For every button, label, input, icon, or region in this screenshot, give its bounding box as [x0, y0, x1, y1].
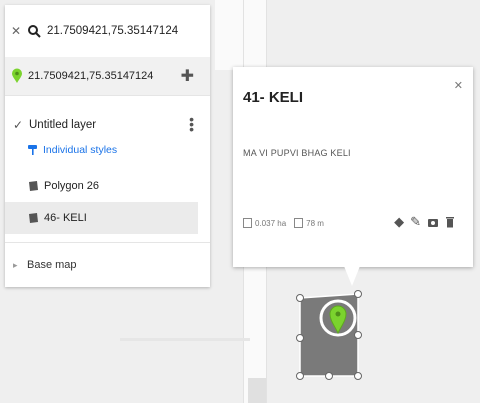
polygon-vertex-handle[interactable]: [296, 334, 304, 342]
feature-item-polygon-26[interactable]: Polygon 26: [5, 170, 210, 202]
perimeter-icon: [294, 218, 304, 228]
polygon-vertex-handle[interactable]: [354, 331, 362, 339]
map-road: [120, 338, 250, 341]
layer-visibility-checkbox[interactable]: ✓: [13, 118, 29, 132]
polygon-icon: [29, 181, 38, 191]
measurements: 0.037 ha 78 m: [243, 218, 324, 228]
search-result[interactable]: 21.7509421,75.35147124 ✚: [5, 57, 210, 95]
paint-roller-icon: [28, 145, 37, 155]
layer-name[interactable]: Untitled layer: [29, 119, 96, 131]
result-pin-icon: [12, 68, 22, 83]
camera-icon[interactable]: [427, 216, 439, 228]
basemap-label: Base map: [27, 259, 77, 271]
polygon-vertex-handle[interactable]: [325, 372, 333, 380]
card-toolbar: ◆ ✎: [394, 214, 455, 230]
delete-trash-icon[interactable]: [445, 216, 455, 228]
feature-label: Polygon 26: [44, 180, 100, 192]
map-building: [248, 378, 266, 403]
card-description: MA VI PUPVI BHAG KELI: [243, 148, 351, 158]
feature-item-46-keli[interactable]: 46- KELI: [5, 202, 198, 234]
layer-header: ✓ Untitled layer • • •: [5, 112, 210, 136]
map-pin-dot: [335, 311, 341, 317]
close-search-icon[interactable]: ✕: [11, 24, 27, 38]
expand-icon[interactable]: ▸: [13, 260, 27, 271]
style-paint-icon[interactable]: ◆: [394, 214, 404, 230]
polygon-vertex-handle[interactable]: [296, 294, 304, 302]
polygon-vertex-handle[interactable]: [354, 372, 362, 380]
area-value: 0.037 ha: [255, 218, 287, 228]
add-to-map-icon[interactable]: ✚: [181, 66, 194, 86]
polygon-icon: [29, 213, 38, 223]
layer-section: ✓ Untitled layer • • • Individual styles P…: [5, 95, 210, 242]
basemap-toggle[interactable]: ▸ Base map: [5, 242, 210, 287]
polygon-shape[interactable]: [290, 288, 370, 388]
card-pointer: [344, 266, 360, 286]
feature-label: 46- KELI: [44, 212, 87, 224]
edit-pencil-icon[interactable]: ✎: [410, 214, 421, 230]
perimeter-value: 78 m: [306, 218, 324, 228]
layers-panel: ✕ 21.7509421,75.35147124 21.7509421,75.3…: [5, 5, 210, 287]
search-bar: ✕ 21.7509421,75.35147124: [5, 5, 210, 57]
card-title: 41- KELI: [243, 89, 304, 106]
feature-info-card: 41- KELI ✕ MA VI PUPVI BHAG KELI 0.037 h…: [233, 67, 473, 267]
polygon-vertex-handle[interactable]: [296, 372, 304, 380]
polygon-vertex-handle[interactable]: [354, 290, 362, 298]
styles-label: Individual styles: [43, 144, 118, 156]
area-icon: [243, 218, 252, 228]
close-icon[interactable]: ✕: [454, 79, 463, 92]
search-query[interactable]: 21.7509421,75.35147124: [47, 25, 178, 37]
individual-styles-link[interactable]: Individual styles: [5, 138, 210, 162]
layer-options-icon[interactable]: • • •: [189, 112, 194, 136]
search-icon[interactable]: [27, 24, 41, 38]
result-coords: 21.7509421,75.35147124: [28, 70, 154, 82]
